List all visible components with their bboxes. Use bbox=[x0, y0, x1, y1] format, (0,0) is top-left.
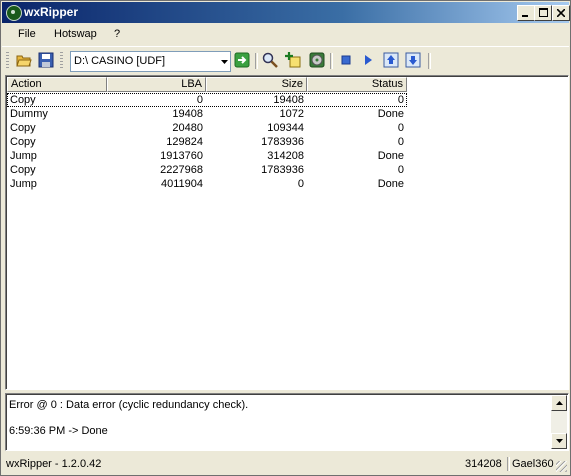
status-value: 314208 bbox=[465, 458, 502, 470]
title-bar[interactable]: wxRipper bbox=[2, 2, 570, 23]
cell-lba: 20480 bbox=[172, 122, 203, 134]
toolbar-separator-3 bbox=[428, 53, 431, 69]
cell-size: 1783936 bbox=[261, 136, 304, 148]
log-panel[interactable]: Error @ 0 : Data error (cyclic redundanc… bbox=[5, 393, 569, 451]
table-row[interactable]: Copy 2227968 1783936 0 bbox=[7, 163, 407, 177]
open-folder-icon[interactable] bbox=[15, 51, 33, 69]
disc-icon[interactable] bbox=[308, 51, 326, 69]
cell-status: 0 bbox=[397, 164, 404, 176]
toolbar-grip-2[interactable] bbox=[60, 52, 63, 70]
save-disk-icon[interactable] bbox=[37, 51, 55, 69]
close-button[interactable] bbox=[552, 5, 570, 21]
cell-action: Jump bbox=[10, 150, 37, 162]
column-header-status[interactable]: Status bbox=[307, 77, 407, 92]
status-bar: wxRipper - 1.2.0.42 314208 Gael360 bbox=[2, 453, 569, 474]
cell-action: Copy bbox=[10, 136, 36, 148]
app-window: wxRipper File Hotswap ? D:\ CASINO [UDF] bbox=[0, 0, 571, 476]
chevron-down-icon[interactable] bbox=[218, 52, 230, 71]
column-header-action[interactable]: Action bbox=[7, 77, 107, 92]
toolbar-separator-2 bbox=[330, 53, 333, 69]
cell-size: 109344 bbox=[267, 122, 304, 134]
cell-size: 1783936 bbox=[261, 164, 304, 176]
cell-status: 0 bbox=[397, 136, 404, 148]
cell-lba: 0 bbox=[196, 94, 203, 106]
scroll-down-button[interactable] bbox=[551, 433, 567, 449]
cell-size: 1072 bbox=[279, 108, 304, 120]
maximize-button[interactable] bbox=[534, 5, 552, 21]
cell-size: 19408 bbox=[273, 94, 304, 106]
cell-action: Copy bbox=[10, 94, 36, 106]
cell-action: Copy bbox=[10, 164, 36, 176]
menu-bar: File Hotswap ? bbox=[2, 24, 569, 44]
play-icon[interactable] bbox=[359, 51, 377, 69]
cell-lba: 129824 bbox=[166, 136, 203, 148]
scroll-up-button[interactable] bbox=[551, 395, 567, 411]
menu-hotswap[interactable]: Hotswap bbox=[54, 28, 97, 40]
toolbar: D:\ CASINO [UDF] bbox=[2, 46, 569, 75]
log-scrollbar[interactable] bbox=[551, 395, 567, 449]
app-icon[interactable] bbox=[6, 5, 22, 21]
list-header: Action LBA Size Status bbox=[7, 77, 407, 92]
table-row[interactable]: Jump 1913760 314208 Done bbox=[7, 149, 407, 163]
drive-combo[interactable]: D:\ CASINO [UDF] bbox=[70, 51, 231, 72]
cell-status: Done bbox=[377, 108, 404, 120]
download-icon[interactable] bbox=[404, 51, 422, 69]
list-rows: Copy 0 19408 0 Dummy 19408 1072 Done Cop… bbox=[7, 93, 407, 191]
log-line: Error @ 0 : Data error (cyclic redundanc… bbox=[9, 399, 249, 411]
cell-lba: 1913760 bbox=[160, 150, 203, 162]
table-row[interactable]: Copy 20480 109344 0 bbox=[7, 121, 407, 135]
cell-status: 0 bbox=[397, 94, 404, 106]
drive-combo-value: D:\ CASINO [UDF] bbox=[74, 55, 166, 67]
cell-lba: 4011904 bbox=[160, 178, 203, 190]
cell-action: Copy bbox=[10, 122, 36, 134]
menu-file[interactable]: File bbox=[18, 28, 36, 40]
cell-action: Dummy bbox=[10, 108, 48, 120]
status-user: Gael360 bbox=[512, 458, 554, 470]
table-row[interactable]: Copy 129824 1783936 0 bbox=[7, 135, 407, 149]
cell-status: Done bbox=[377, 178, 404, 190]
table-row[interactable]: Copy 0 19408 0 bbox=[7, 93, 407, 107]
search-magnifier-icon[interactable] bbox=[261, 51, 279, 69]
cell-status: 0 bbox=[397, 122, 404, 134]
column-header-size[interactable]: Size bbox=[206, 77, 307, 92]
cell-size: 0 bbox=[297, 178, 304, 190]
upload-icon[interactable] bbox=[382, 51, 400, 69]
status-divider bbox=[507, 457, 510, 471]
minimize-button[interactable] bbox=[517, 5, 535, 21]
cell-lba: 19408 bbox=[172, 108, 203, 120]
stop-icon[interactable] bbox=[337, 51, 355, 69]
resize-grip-icon[interactable] bbox=[556, 461, 567, 472]
column-header-lba[interactable]: LBA bbox=[107, 77, 206, 92]
toolbar-separator bbox=[255, 53, 258, 69]
action-list[interactable]: Action LBA Size Status Copy 0 19408 0 Du… bbox=[5, 75, 569, 390]
table-row[interactable]: Jump 4011904 0 Done bbox=[7, 177, 407, 191]
toolbar-grip[interactable] bbox=[6, 52, 9, 70]
table-row[interactable]: Dummy 19408 1072 Done bbox=[7, 107, 407, 121]
cell-size: 314208 bbox=[267, 150, 304, 162]
go-arrow-icon[interactable] bbox=[233, 51, 251, 69]
menu-help[interactable]: ? bbox=[114, 28, 120, 40]
add-item-icon[interactable] bbox=[284, 51, 302, 69]
cell-action: Jump bbox=[10, 178, 37, 190]
log-line: 6:59:36 PM -> Done bbox=[9, 425, 108, 437]
cell-lba: 2227968 bbox=[160, 164, 203, 176]
window-title: wxRipper bbox=[24, 5, 79, 19]
status-version: wxRipper - 1.2.0.42 bbox=[6, 458, 102, 470]
cell-status: Done bbox=[377, 150, 404, 162]
